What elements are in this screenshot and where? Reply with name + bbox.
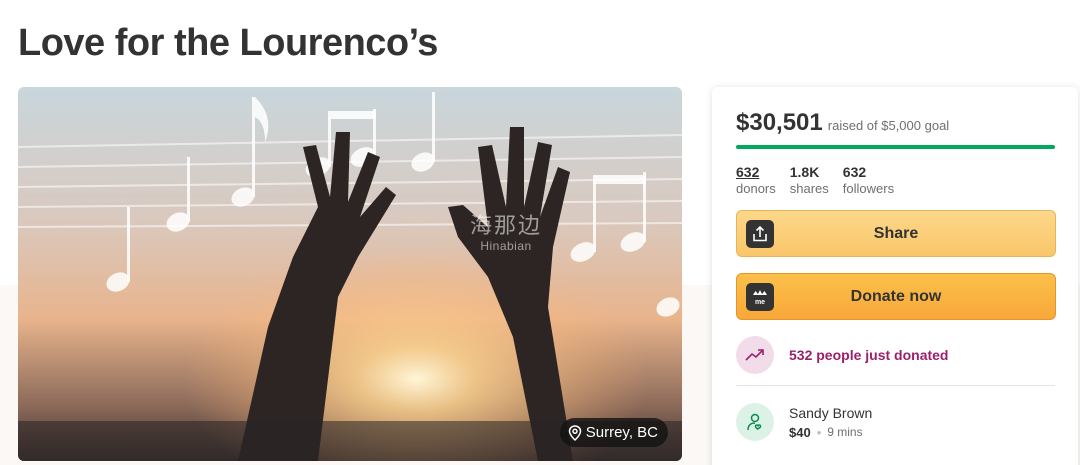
watermark-subtext: Hinabian <box>480 239 532 253</box>
trending-up-icon <box>736 336 774 374</box>
hero-image: 海那边 Hinabian Surrey, BC <box>18 87 682 461</box>
donor-meta: $40 • 9 mins <box>789 425 872 440</box>
stat-donors-label: donors <box>736 181 776 196</box>
latest-donation: Sandy Brown $40 • 9 mins <box>736 403 872 441</box>
donor-name: Sandy Brown <box>789 404 873 421</box>
donate-button[interactable]: me Donate now <box>736 273 1056 320</box>
separator-dot: • <box>816 424 822 440</box>
stat-donors-value[interactable]: 632 <box>736 164 776 180</box>
stat-followers: 632 followers <box>843 164 894 196</box>
location-badge[interactable]: Surrey, BC <box>559 418 668 447</box>
heart-hand-user-icon <box>736 403 774 441</box>
map-pin-icon <box>568 424 582 441</box>
watermark-text: 海那边 <box>470 213 543 238</box>
raised-summary: $30,501 raised of $5,000 goal <box>736 109 949 137</box>
donate-button-label: Donate now <box>850 287 942 305</box>
stat-donors[interactable]: 632 donors <box>736 164 776 196</box>
stat-shares: 1.8K shares <box>790 164 829 196</box>
svg-text:me: me <box>755 299 765 305</box>
gofundme-logo-icon: me <box>746 283 774 311</box>
divider <box>736 385 1055 386</box>
page-title: Love for the Lourenco’s <box>18 22 438 64</box>
raised-amount: $30,501 <box>736 109 823 136</box>
stat-followers-label: followers <box>842 181 895 196</box>
recent-activity-text: 532 people just donated <box>789 347 949 363</box>
recent-activity: 532 people just donated <box>736 336 948 374</box>
hero-illustration <box>18 87 682 461</box>
donor-info: Sandy Brown $40 • 9 mins <box>789 405 872 440</box>
donor-time: 9 mins <box>827 425 863 439</box>
watermark: 海那边 Hinabian <box>470 213 543 253</box>
stat-shares-label: shares <box>789 181 829 196</box>
share-button-label: Share <box>873 224 919 242</box>
location-text: Surrey, BC <box>585 424 658 441</box>
share-upload-icon <box>746 220 774 248</box>
donation-card: $30,501 raised of $5,000 goal 632 donors… <box>712 87 1078 465</box>
stat-shares-value: 1.8K <box>789 164 820 180</box>
donor-amount: $40 <box>789 424 811 440</box>
goal-text: raised of $5,000 goal <box>827 118 950 133</box>
campaign-stats: 632 donors 1.8K shares 632 followers <box>736 164 894 196</box>
share-button[interactable]: Share <box>736 210 1056 257</box>
stat-followers-value: 632 <box>842 164 867 180</box>
progress-fill <box>736 145 1055 149</box>
progress-bar <box>736 145 1055 149</box>
